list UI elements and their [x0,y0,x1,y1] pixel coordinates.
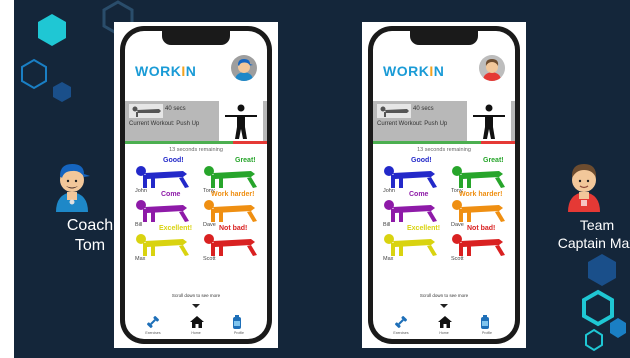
member-name: Max [135,256,146,262]
workout-panel: 40 secs Current Workout: Push Up [373,101,515,141]
nav-item-exercises[interactable]: Exercises [135,313,171,339]
workout-duration: 40 secs [413,106,434,112]
member-name: Scott [451,256,464,262]
team-member-scott[interactable]: Not bad! Scott [449,225,515,265]
member-cheer: Come [161,191,181,198]
captain-label-line1: Team [579,217,615,233]
nav-label: Profile [234,331,244,335]
next-exercise-figure [219,101,263,141]
app-header: WORKIN [125,49,267,95]
pushup-figure-icon [452,166,505,188]
scroll-down-caret-icon[interactable] [192,304,200,308]
member-cheer: Good! [163,157,184,164]
captain-phone-mockup: WORKIN 40 secs Current Workout: Push Up 13 … [362,22,526,348]
nav-item-profile[interactable]: Profile [221,313,257,339]
nav-label: Home [191,331,201,335]
member-cheer: Come [409,191,429,198]
pushup-figure-icon [204,234,257,256]
team-member-max[interactable]: Excellent! Max [133,225,199,265]
coach-label: Coach Tom [60,216,120,256]
pushup-figure-icon [452,200,505,222]
hexagon-decoration-bottom-right [582,254,626,352]
pushup-figure-icon [204,200,257,222]
nav-item-home[interactable]: Home [178,313,214,339]
captain-avatar-icon [568,164,600,212]
coach-avatar-icon [56,164,90,212]
member-cheer: Work harder! [211,191,255,198]
coach-label-line1: Coach [66,217,114,234]
bottom-nav: Exercises Home Profile [125,313,267,339]
app-header: WORKIN [373,49,515,95]
nav-item-exercises[interactable]: Exercises [383,313,419,339]
progress-bar-remaining [233,141,267,144]
pushup-figure-icon [136,166,189,188]
progress-bar-fill [125,141,233,144]
nav-item-profile[interactable]: Profile [469,313,505,339]
team-member-scott[interactable]: Not bad! Scott [201,225,267,265]
slide-background: Coach Tom Team Captain Max [14,0,630,358]
seconds-remaining: 13 seconds remaining [417,147,471,153]
pushup-figure-icon [136,234,189,256]
logo-text-work: WORK [135,63,182,79]
workout-panel: 40 secs Current Workout: Push Up [125,101,267,141]
phone-screen: WORKIN 40 secs Current Workout: Push Up 13 … [125,31,267,339]
pushup-thumbnail [129,104,163,118]
pushup-figure-icon [452,234,505,256]
phone-body: WORKIN 40 secs Current Workout: Push Up 13 … [368,26,520,344]
phone-body: WORKIN 40 secs Current Workout: Push Up 13 … [120,26,272,344]
scroll-down-caret-icon[interactable] [440,304,448,308]
next-exercise-figure [467,101,511,141]
phone-screen: WORKIN 40 secs Current Workout: Push Up 13 … [373,31,515,339]
workout-duration: 40 secs [165,106,186,112]
bottom-nav: Exercises Home Profile [373,313,515,339]
member-name: Max [383,256,394,262]
current-workout-label: Current Workout: Push Up [377,121,448,127]
logo-text-work: WORK [383,63,430,79]
left-margin [0,0,14,358]
scroll-hint: Scroll down to see more [419,293,469,298]
pushup-figure-icon [136,200,189,222]
progress-bar-remaining [481,141,515,144]
workin-logo: WORKIN [135,63,196,79]
current-workout-label: Current Workout: Push Up [129,121,200,127]
nav-label: Home [439,331,449,335]
pushup-thumbnail [377,104,411,118]
member-cheer: Excellent! [407,225,441,232]
pushup-figure-icon [384,166,437,188]
logo-text-n: N [433,63,445,79]
captain-label-line2: Captain Max [557,235,630,251]
progress-bar-fill [373,141,481,144]
seconds-remaining: 13 seconds remaining [169,147,223,153]
coach-label-line2: Tom [74,237,106,254]
captain-label: Team Captain Max [550,216,630,252]
coach-profile-icon[interactable] [231,55,257,81]
nav-label: Profile [482,331,492,335]
member-cheer: Great! [483,157,504,164]
pushup-figure-icon [204,166,257,188]
phone-notch [410,31,478,45]
captain-profile-icon[interactable] [479,55,505,81]
pushup-figure-icon [384,234,437,256]
member-cheer: Work harder! [459,191,503,198]
pushup-figure-icon [384,200,437,222]
workin-logo: WORKIN [383,63,444,79]
team-member-max[interactable]: Excellent! Max [381,225,447,265]
nav-label: Exercises [145,331,161,335]
member-cheer: Not bad! [467,225,496,232]
member-cheer: Great! [235,157,256,164]
nav-label: Exercises [393,331,409,335]
phone-notch [162,31,230,45]
nav-item-home[interactable]: Home [426,313,462,339]
logo-text-n: N [185,63,197,79]
member-cheer: Excellent! [159,225,193,232]
member-cheer: Good! [411,157,432,164]
member-cheer: Not bad! [219,225,248,232]
coach-phone-mockup: WORKIN 40 secs Current Workout: Push Up 13 … [114,22,278,348]
member-name: Scott [203,256,216,262]
scroll-hint: Scroll down to see more [171,293,221,298]
